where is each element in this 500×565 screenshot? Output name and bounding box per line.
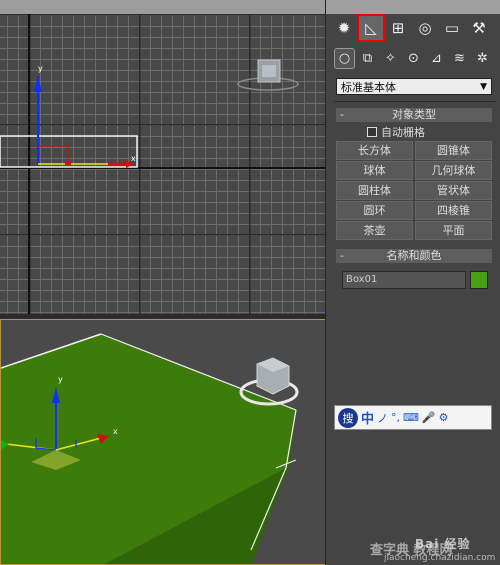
ime-fullwidth-icon[interactable]: ノ (377, 410, 388, 426)
utilities-tab-icon[interactable]: ⚒ (466, 15, 492, 41)
ime-punctuation-icon[interactable]: °, (391, 411, 400, 424)
cylinder-button[interactable]: 圆柱体 (336, 181, 413, 200)
object-type-title: 对象类型 (392, 108, 436, 121)
cameras-icon[interactable]: ⊙ (403, 48, 424, 69)
hierarchy-tab-icon[interactable]: ⊞ (385, 15, 411, 41)
helpers-icon[interactable]: ⊿ (426, 48, 447, 69)
cone-button[interactable]: 圆锥体 (415, 141, 492, 160)
divider (334, 101, 496, 102)
axis-label-x-persp: x (113, 427, 118, 436)
chevron-down-icon: ▼ (480, 82, 487, 92)
geosphere-button[interactable]: 几何球体 (415, 161, 492, 180)
motion-tab-icon[interactable]: ◎ (412, 15, 438, 41)
perspective-viewport-canvas: y x (1, 333, 299, 564)
ime-logo-icon[interactable]: 搜 (338, 407, 358, 428)
display-tab-icon[interactable]: ▭ (439, 15, 465, 41)
create-tab-icon[interactable]: ◺ (357, 14, 385, 42)
autogrid-checkbox-row[interactable]: 自动栅格 (367, 124, 425, 140)
pyramid-button[interactable]: 四棱锥 (415, 201, 492, 220)
lights-icon[interactable]: ✧ (380, 48, 401, 69)
create-subtabs: ○ ⧉ ✧ ⊙ ⊿ ≋ ✲ (334, 48, 496, 70)
object-name-input[interactable]: Box01 (342, 271, 466, 289)
shapes-icon[interactable]: ⧉ (357, 48, 378, 69)
command-panel: ✹ ◺ ⊞ ◎ ▭ ⚒ ○ ⧉ ✧ ⊙ ⊿ ≋ ✲ 标准基本体 ▼ - 对象类型… (325, 0, 500, 565)
settings-gear-icon[interactable]: ⚙ (439, 411, 449, 424)
gizmo-z-arrow (34, 76, 42, 92)
object-type-rollout-header[interactable]: - 对象类型 (336, 108, 492, 122)
tube-button[interactable]: 管状体 (415, 181, 492, 200)
category-dropdown-value: 标准基本体 (341, 81, 396, 94)
object-color-swatch[interactable] (470, 271, 488, 289)
object-type-buttons: 长方体 圆锥体 球体 几何球体 圆柱体 管状体 圆环 四棱锥 茶壶 平面 (336, 141, 492, 240)
space-warps-icon[interactable]: ≋ (449, 48, 470, 69)
geometry-icon[interactable]: ○ (334, 48, 355, 69)
command-panel-titlebar (326, 0, 500, 14)
command-panel-tabs: ✹ ◺ ⊞ ◎ ▭ ⚒ (331, 14, 492, 43)
top-viewport[interactable]: y x (0, 0, 325, 314)
microphone-icon[interactable]: 🎤 (422, 411, 436, 424)
axis-label-y: y (38, 64, 43, 73)
axis-label-x: x (131, 154, 136, 163)
perspective-viewport[interactable]: y x (0, 319, 325, 565)
autogrid-checkbox[interactable] (367, 127, 377, 137)
collapse-icon: - (340, 108, 344, 121)
name-color-title: 名称和颜色 (386, 249, 442, 262)
keyboard-icon[interactable]: ⌨ (403, 411, 419, 424)
autogrid-label: 自动栅格 (381, 126, 425, 139)
teapot-button[interactable]: 茶壶 (336, 221, 413, 240)
sphere-button[interactable]: 球体 (336, 161, 413, 180)
name-color-row: Box01 (342, 271, 492, 291)
top-viewport-canvas: y x (0, 14, 325, 314)
box-button[interactable]: 长方体 (336, 141, 413, 160)
ime-chinese-mode[interactable]: 中 (361, 408, 374, 427)
plane-button[interactable]: 平面 (415, 221, 492, 240)
sun-icon[interactable]: ✹ (331, 15, 357, 41)
axis-label-y-persp: y (58, 375, 63, 384)
watermark-url: jiaocheng.chazidian.com (384, 553, 496, 563)
torus-button[interactable]: 圆环 (336, 201, 413, 220)
category-dropdown[interactable]: 标准基本体 ▼ (336, 78, 492, 95)
gizmo-plane-handle (38, 145, 69, 164)
name-color-rollout-header[interactable]: - 名称和颜色 (336, 249, 492, 263)
collapse-icon: - (340, 249, 344, 262)
ime-toolbar: 搜 中 ノ °, ⌨ 🎤 ⚙ (334, 405, 492, 430)
systems-icon[interactable]: ✲ (472, 48, 493, 69)
